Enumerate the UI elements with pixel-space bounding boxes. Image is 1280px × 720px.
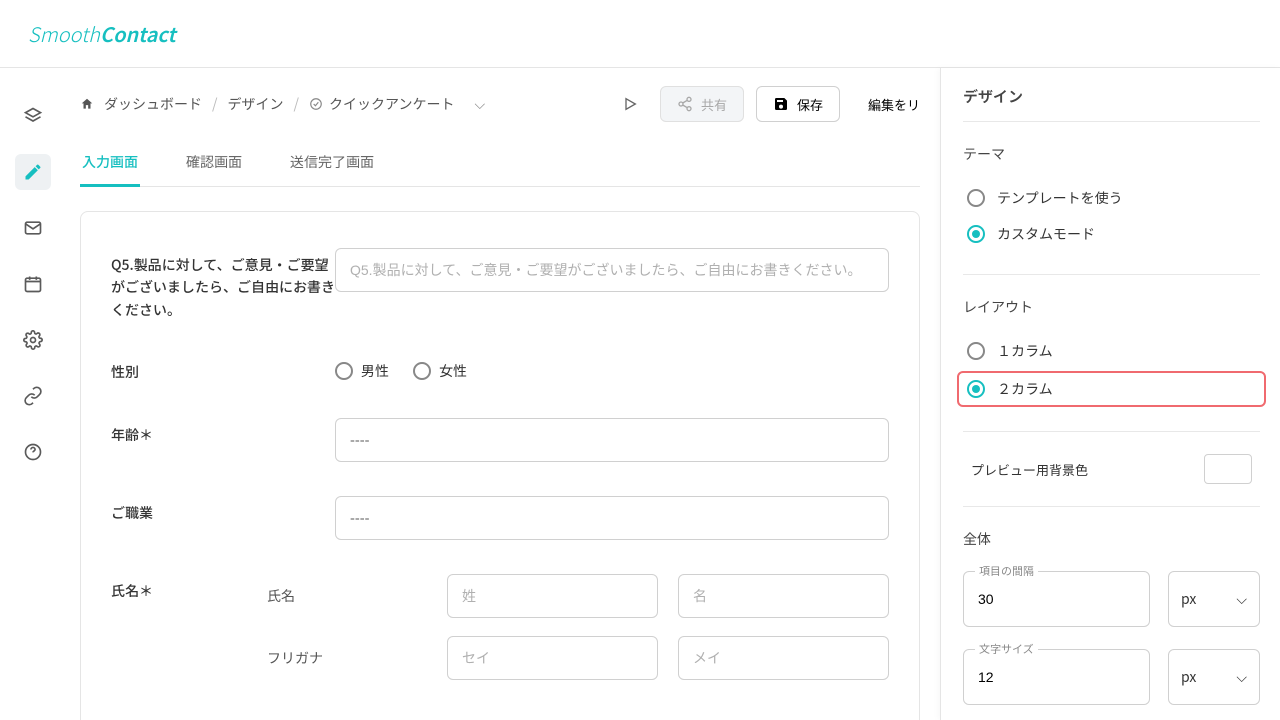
layout-section-title: レイアウト	[963, 297, 1260, 317]
save-button[interactable]: 保存	[756, 86, 840, 122]
name-sei-input[interactable]	[447, 574, 658, 618]
name-sub-label: 氏名	[267, 586, 427, 606]
furi-sei-input[interactable]	[447, 636, 658, 680]
form-canvas: Q5.製品に対して、ご意見・ご要望がございましたら、ご自由にお書きください。 性…	[80, 211, 920, 720]
crumb-design[interactable]: デザイン	[228, 94, 284, 114]
panel-title: デザイン	[963, 86, 1260, 121]
edit-icon[interactable]	[15, 154, 51, 190]
fontsize-input[interactable]	[963, 649, 1150, 705]
help-icon[interactable]	[15, 434, 51, 470]
q5-input[interactable]	[335, 248, 889, 292]
logo-text-1: Smooth	[28, 19, 100, 48]
gender-male[interactable]: 男性	[335, 361, 389, 381]
gear-icon[interactable]	[15, 322, 51, 358]
chevron-down-icon: ⌵	[1236, 667, 1247, 687]
theme-template-radio[interactable]: テンプレートを使う	[963, 180, 1260, 216]
tab-input[interactable]: 入力画面	[80, 140, 140, 187]
theme-custom-radio[interactable]: カスタムモード	[963, 216, 1260, 252]
age-label: 年齢＊	[111, 418, 335, 446]
preview-bg-swatch[interactable]	[1204, 454, 1252, 484]
crumb-current[interactable]: クイックアンケート	[309, 94, 454, 114]
side-nav	[0, 68, 66, 720]
tab-complete[interactable]: 送信完了画面	[288, 140, 376, 187]
spacing-unit-select[interactable]: px⌵	[1168, 571, 1260, 627]
chevron-down-icon: ⌵	[1236, 589, 1247, 609]
link-icon[interactable]	[15, 378, 51, 414]
home-icon	[80, 97, 94, 111]
design-panel: デザイン テーマ テンプレートを使う カスタムモード レイアウト １カラム ２カ…	[940, 68, 1280, 720]
top-bar: SmoothContact	[0, 0, 1280, 68]
reset-button[interactable]: 編集をリ	[852, 86, 920, 122]
layers-icon[interactable]	[15, 98, 51, 134]
gender-label: 性別	[111, 355, 335, 383]
layout-two-column-radio[interactable]: ２カラム	[957, 371, 1266, 407]
breadcrumb: ダッシュボード / デザイン / クイックアンケート ⌵	[80, 94, 485, 114]
radio-icon	[413, 362, 431, 380]
name-mei-input[interactable]	[678, 574, 889, 618]
furi-mei-input[interactable]	[678, 636, 889, 680]
mail-icon[interactable]	[15, 210, 51, 246]
theme-section-title: テーマ	[963, 144, 1260, 164]
spacing-input[interactable]	[963, 571, 1150, 627]
job-label: ご職業	[111, 496, 335, 524]
tab-confirm[interactable]: 確認画面	[184, 140, 244, 187]
calendar-icon[interactable]	[15, 266, 51, 302]
radio-icon	[335, 362, 353, 380]
view-tabs: 入力画面 確認画面 送信完了画面	[80, 140, 920, 187]
q5-label: Q5.製品に対して、ご意見・ご要望がございましたら、ご自由にお書きください。	[111, 248, 335, 321]
layout-one-column-radio[interactable]: １カラム	[963, 333, 1260, 369]
share-button: 共有	[660, 86, 744, 122]
save-icon	[773, 96, 789, 112]
fontsize-unit-select[interactable]: px⌵	[1168, 649, 1260, 705]
furigana-sub-label: フリガナ	[267, 648, 427, 668]
age-select[interactable]: ----	[335, 418, 889, 462]
preview-bg-label: プレビュー用背景色	[971, 460, 1088, 479]
fontsize-legend: 文字サイズ	[975, 641, 1038, 657]
play-button[interactable]	[612, 86, 648, 122]
chevron-down-icon[interactable]: ⌵	[474, 94, 485, 114]
share-icon	[677, 96, 693, 112]
gender-female[interactable]: 女性	[413, 361, 467, 381]
crumb-dashboard[interactable]: ダッシュボード	[104, 94, 202, 114]
name-label: 氏名＊	[111, 574, 267, 602]
job-select[interactable]: ----	[335, 496, 889, 540]
check-circle-icon	[309, 97, 323, 111]
overall-section-title: 全体	[963, 529, 1260, 549]
spacing-legend: 項目の間隔	[975, 563, 1038, 579]
logo-text-2: Contact	[100, 19, 176, 48]
